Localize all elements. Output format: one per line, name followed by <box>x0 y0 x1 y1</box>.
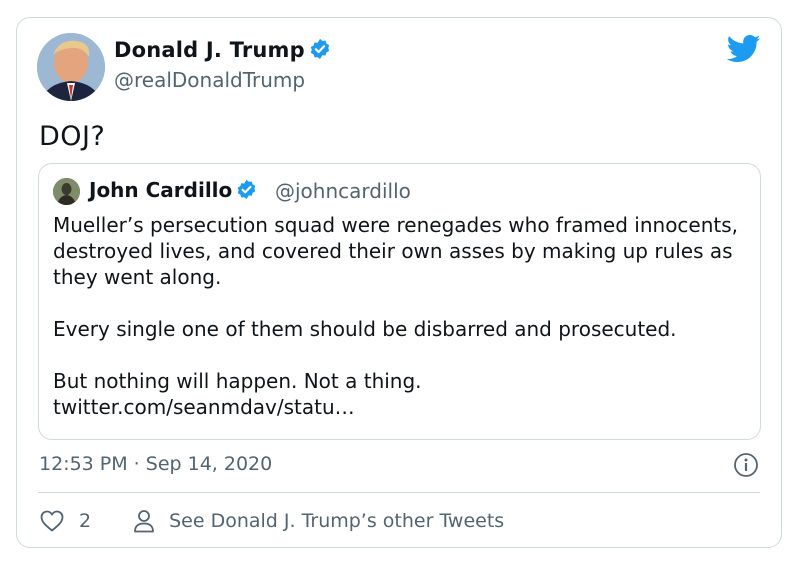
author-avatar[interactable] <box>37 33 105 101</box>
quoted-tweet-body: Mueller’s persecution squad were renegad… <box>53 212 748 420</box>
quoted-link[interactable]: twitter.com/seanmdav/statu… <box>53 394 748 420</box>
quoted-author-name[interactable]: John Cardillo <box>89 178 257 202</box>
quoted-tweet[interactable]: John Cardillo @johncardillo Mueller’s pe… <box>38 163 761 440</box>
heart-icon[interactable] <box>39 509 65 533</box>
author-name[interactable]: Donald J. Trump <box>114 38 331 62</box>
like-count[interactable]: 2 <box>79 510 91 532</box>
twitter-bird-icon[interactable] <box>727 34 761 64</box>
info-icon[interactable] <box>733 452 759 478</box>
quoted-author-name-text[interactable]: John Cardillo <box>89 178 232 202</box>
tweet-timestamp[interactable]: 12:53 PM · Sep 14, 2020 <box>39 453 272 475</box>
quoted-author-handle[interactable]: @johncardillo <box>275 179 411 203</box>
tweet-card: Donald J. Trump @realDonaldTrump DOJ? Jo… <box>16 17 782 548</box>
verified-badge-icon <box>238 179 256 200</box>
author-name-text[interactable]: Donald J. Trump <box>114 38 305 62</box>
person-icon <box>134 510 154 533</box>
quoted-paragraph: Mueller’s persecution squad were renegad… <box>53 213 739 289</box>
other-tweets-link[interactable]: See Donald J. Trump’s other Tweets <box>133 509 504 533</box>
quoted-paragraph: Every single one of them should be disba… <box>53 317 677 341</box>
quoted-author-avatar[interactable] <box>53 178 80 205</box>
action-bar: 2 See Donald J. Trump’s other Tweets <box>39 507 504 535</box>
quoted-paragraph: But nothing will happen. Not a thing. <box>53 369 422 393</box>
tweet-text: DOJ? <box>39 121 106 152</box>
author-handle[interactable]: @realDonaldTrump <box>114 68 305 92</box>
divider <box>38 492 760 493</box>
verified-badge-icon <box>310 38 330 60</box>
other-tweets-label[interactable]: See Donald J. Trump’s other Tweets <box>169 510 504 532</box>
